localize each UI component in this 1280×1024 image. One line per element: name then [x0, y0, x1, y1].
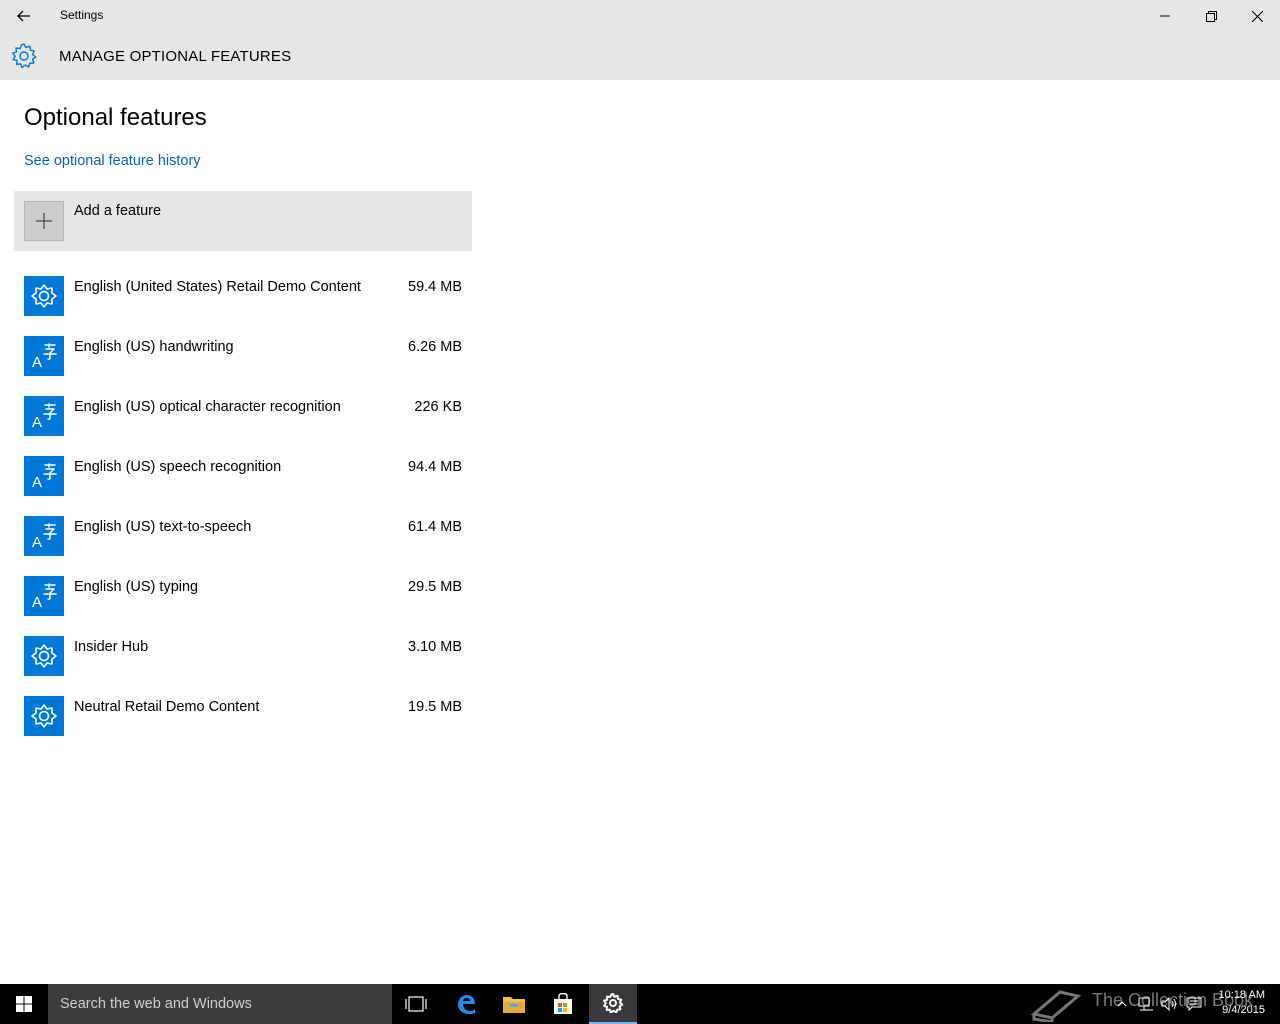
feature-size: 59.4 MB	[408, 279, 462, 295]
edge-button[interactable]	[442, 984, 490, 1024]
language-icon: A	[24, 516, 64, 556]
feature-item[interactable]: A English (US) text-to-speech 61.4 MB	[14, 516, 472, 576]
feature-item[interactable]: Insider Hub 3.10 MB	[14, 636, 472, 696]
book-logo-icon	[1030, 990, 1082, 1022]
start-button[interactable]	[0, 984, 48, 1024]
task-view-button[interactable]	[392, 984, 440, 1024]
volume-tray-button[interactable]	[1158, 984, 1182, 1024]
puzzle-icon	[24, 276, 64, 316]
network-tray-button[interactable]	[1134, 984, 1158, 1024]
minimize-button[interactable]	[1142, 0, 1188, 32]
feature-name: English (US) typing	[74, 579, 199, 595]
action-center-button[interactable]	[1182, 984, 1206, 1024]
svg-text:A: A	[32, 354, 42, 370]
close-icon	[1251, 10, 1263, 22]
windows-logo-icon	[16, 996, 32, 1012]
puzzle-icon	[24, 696, 64, 736]
feature-name: English (US) handwriting	[74, 339, 234, 355]
edge-icon	[458, 995, 475, 1014]
taskbar-clock[interactable]: 10:18 AM 9/4/2015	[1205, 988, 1265, 1018]
feature-size: 226 KB	[414, 399, 462, 415]
feature-size: 6.26 MB	[408, 339, 462, 355]
feature-item[interactable]: English (United States) Retail Demo Cont…	[14, 276, 472, 336]
feature-name: English (United States) Retail Demo Cont…	[74, 279, 361, 295]
language-icon: A	[24, 336, 64, 376]
feature-item[interactable]: A English (US) typing 29.5 MB	[14, 576, 472, 636]
restore-button[interactable]	[1188, 0, 1234, 32]
chevron-up-icon	[1117, 1001, 1127, 1007]
settings-taskbar-button[interactable]	[589, 984, 637, 1024]
page-title: Optional features	[24, 104, 207, 131]
back-button[interactable]	[0, 0, 48, 32]
add-feature-button[interactable]: Add a feature	[14, 191, 472, 251]
page-header: MANAGE OPTIONAL FEATURES	[0, 32, 1280, 80]
network-icon	[1138, 997, 1153, 1011]
restore-icon	[1205, 10, 1217, 22]
header-title: MANAGE OPTIONAL FEATURES	[59, 48, 292, 65]
close-button[interactable]	[1234, 0, 1280, 32]
svg-text:A: A	[32, 594, 42, 610]
svg-text:A: A	[32, 414, 42, 430]
feature-history-link[interactable]: See optional feature history	[24, 153, 201, 169]
action-center-icon	[1186, 997, 1202, 1011]
taskbar-search-box[interactable]: Search the web and Windows	[48, 984, 392, 1024]
title-bar: Settings	[0, 0, 1280, 32]
feature-item[interactable]: Neutral Retail Demo Content 19.5 MB	[14, 696, 472, 756]
language-icon: A	[24, 456, 64, 496]
add-feature-label: Add a feature	[74, 203, 162, 219]
language-icon: A	[24, 576, 64, 616]
language-icon: A	[24, 396, 64, 436]
file-explorer-icon	[503, 997, 525, 1013]
feature-size: 61.4 MB	[408, 519, 462, 535]
clock-time: 10:18 AM	[1218, 989, 1265, 1001]
feature-name: English (US) speech recognition	[74, 459, 282, 475]
puzzle-icon	[24, 636, 64, 676]
taskbar: Search the web and Windows The Collectio…	[0, 984, 1280, 1024]
feature-name: English (US) optical character recogniti…	[74, 399, 341, 415]
svg-text:A: A	[32, 534, 42, 550]
feature-size: 19.5 MB	[408, 699, 462, 715]
feature-item[interactable]: A English (US) optical character recognit…	[14, 396, 472, 456]
svg-text:A: A	[32, 474, 42, 490]
window-title: Settings	[60, 8, 104, 22]
feature-size: 29.5 MB	[408, 579, 462, 595]
file-explorer-button[interactable]	[490, 984, 538, 1024]
show-hidden-icons-button[interactable]	[1110, 984, 1134, 1024]
plus-icon	[24, 201, 64, 241]
store-button[interactable]	[539, 984, 587, 1024]
task-view-icon	[405, 996, 427, 1012]
gear-icon	[11, 43, 37, 69]
clock-date: 9/4/2015	[1222, 1004, 1265, 1016]
volume-icon	[1161, 997, 1176, 1011]
search-placeholder: Search the web and Windows	[60, 996, 252, 1012]
feature-name: English (US) text-to-speech	[74, 519, 252, 535]
feature-name: Insider Hub	[74, 639, 149, 655]
feature-item[interactable]: A English (US) handwriting 6.26 MB	[14, 336, 472, 396]
store-icon	[554, 993, 572, 1014]
feature-size: 94.4 MB	[408, 459, 462, 475]
minimize-icon	[1160, 15, 1170, 17]
settings-icon	[603, 993, 623, 1013]
arrow-left-icon	[17, 10, 30, 22]
feature-name: Neutral Retail Demo Content	[74, 699, 260, 715]
feature-item[interactable]: A English (US) speech recognition 94.4 MB	[14, 456, 472, 516]
feature-size: 3.10 MB	[408, 639, 462, 655]
